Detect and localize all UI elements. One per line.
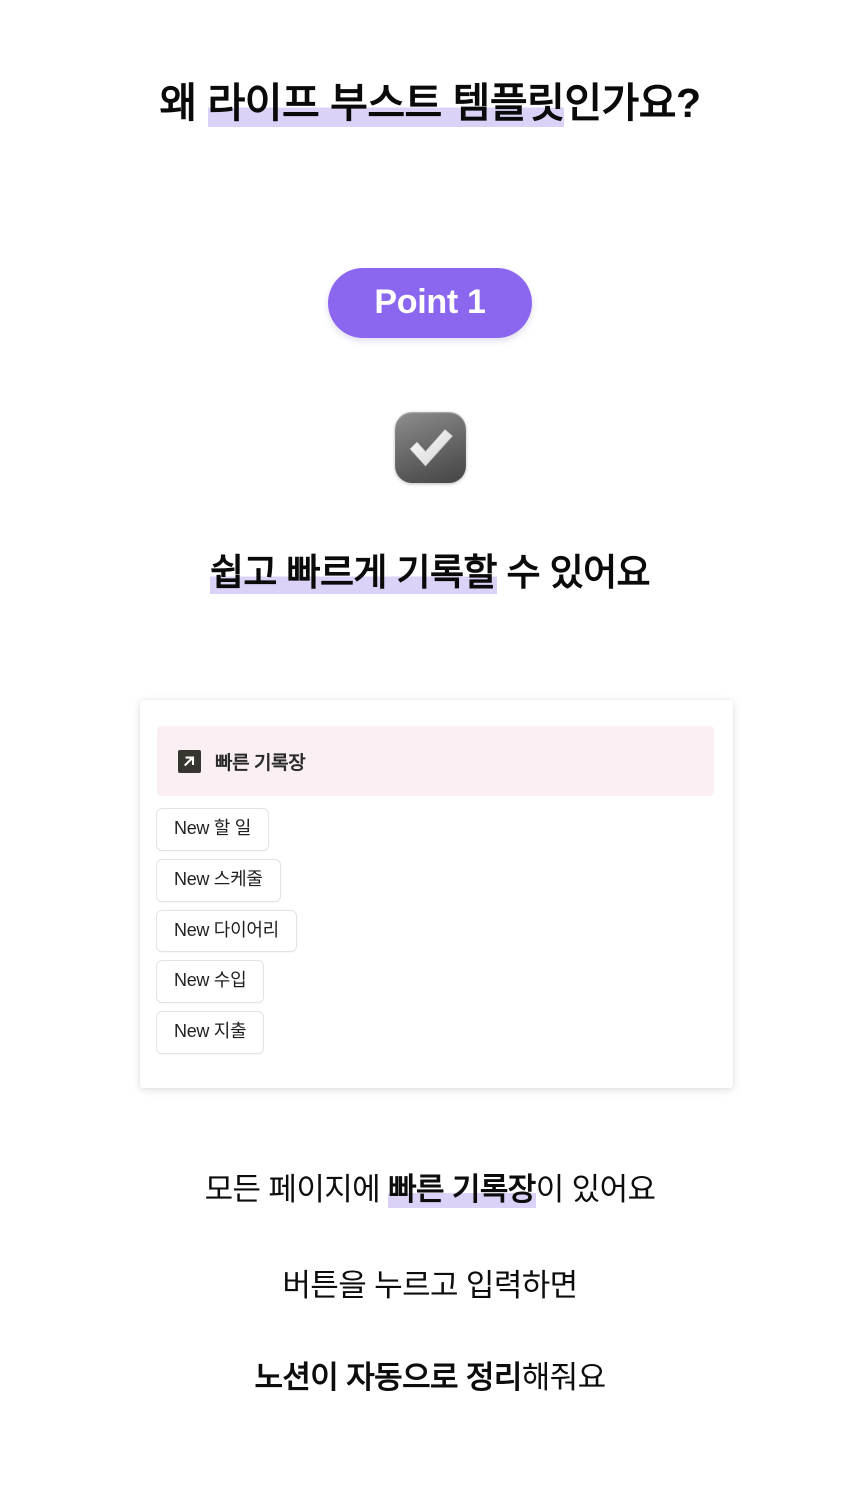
quick-note-card: 빠른 기록장 New 할 일 New 스케줄 New 다이어리 New 수입 N…: [140, 700, 733, 1088]
new-expense-button[interactable]: New 지출: [156, 1011, 265, 1054]
section-subtitle-suffix: 수 있어요: [496, 552, 651, 593]
point-badge-container: Point 1: [0, 268, 860, 338]
quick-note-banner[interactable]: 빠른 기록장: [157, 726, 714, 796]
footer-description: 모든 페이지에 빠른 기록장이 있어요 버튼을 누르고 입력하면 노션이 자동으…: [0, 1172, 860, 1396]
page-title-highlight: 라이프 부스트 템플릿: [207, 80, 565, 127]
page-title: 왜 라이프 부스트 템플릿인가요?: [0, 78, 860, 129]
footer-line-1-prefix: 모든 페이지에: [204, 1172, 389, 1207]
arrow-up-right-icon: [178, 749, 201, 773]
new-todo-button[interactable]: New 할 일: [156, 808, 270, 851]
new-diary-button[interactable]: New 다이어리: [156, 909, 297, 953]
check-icon-container: [0, 412, 860, 483]
page-title-prefix: 왜: [159, 80, 208, 126]
footer-line-2: 버튼을 누르고 입력하면: [282, 1267, 578, 1303]
footer-line-3: 노션이 자동으로 정리해줘요: [0, 1360, 860, 1396]
footer-line-1: 모든 페이지에 빠른 기록장이 있어요: [0, 1172, 860, 1208]
new-entry-button-list: New 할 일 New 스케줄 New 다이어리 New 수입 New 지출: [156, 808, 297, 1054]
footer-line-3-bold: 노션이 자동으로 정리: [254, 1360, 522, 1396]
page-title-suffix: 인가요?: [564, 80, 701, 126]
footer-line-1-suffix: 이 있어요: [535, 1172, 656, 1207]
new-schedule-button[interactable]: New 스케줄: [156, 858, 281, 902]
section-subtitle: 쉽고 빠르게 기록할 수 있어요: [0, 550, 860, 596]
footer-line-3-suffix: 해줘요: [521, 1360, 606, 1396]
new-income-button[interactable]: New 수입: [156, 960, 265, 1004]
point-badge: Point 1: [328, 268, 532, 338]
promo-page: 왜 라이프 부스트 템플릿인가요? Point 1 쉽고 빠르게 기록할 수 있…: [0, 0, 860, 1510]
footer-line-1-highlight: 빠른 기록장: [388, 1172, 536, 1208]
section-subtitle-highlight: 쉽고 빠르게 기록할: [209, 552, 497, 594]
check-mark-button-icon: [394, 412, 466, 483]
quick-note-banner-label: 빠른 기록장: [215, 752, 306, 774]
